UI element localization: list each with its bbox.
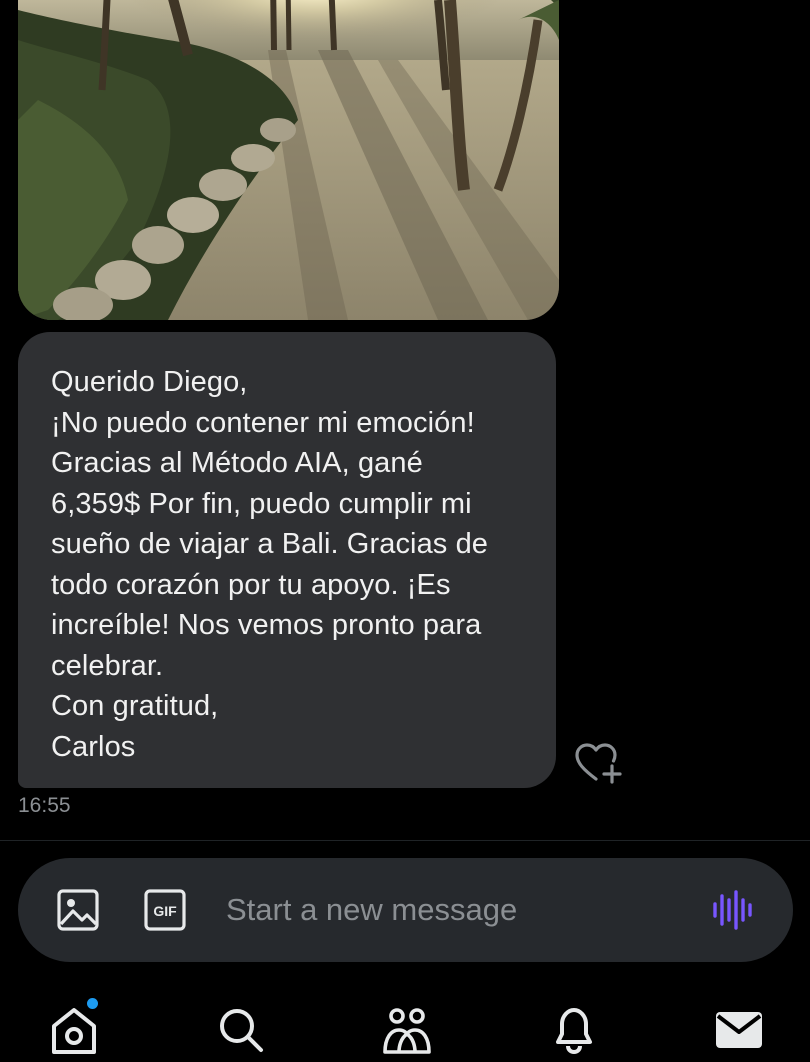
add-reaction-button[interactable] [574,742,622,784]
nav-search[interactable] [215,1004,267,1056]
message-line: increíble! Nos vemos pronto para [51,609,482,641]
message-bubble[interactable]: Querido Diego, ¡No puedo contener mi emo… [18,332,556,788]
nav-home[interactable] [48,1004,100,1056]
message-line: 6,359$ Por fin, puedo cumplir mi [51,487,472,520]
voice-message-button[interactable] [711,890,755,930]
bottom-nav [0,978,810,1062]
message-photo[interactable] [18,0,559,320]
svg-text:GIF: GIF [153,903,177,919]
message-line: Con gratitud, [51,690,219,722]
message-line: ¡No puedo contener mi emoción! [51,406,475,439]
message-line: celebrar. [51,649,164,682]
message-timestamp: 16:55 [18,794,71,817]
search-icon [220,1009,263,1052]
communities-icon [383,1008,431,1054]
image-icon [57,889,99,931]
home-icon [52,1008,96,1054]
add-image-button[interactable] [56,888,100,932]
message-composer: GIF Start a new message [18,858,793,962]
gif-icon: GIF [144,889,186,931]
message-line: todo corazón por tu apoyo. ¡Es [51,568,451,601]
notifications-icon [556,1008,592,1055]
nav-messages[interactable] [714,1004,766,1056]
message-line: Gracias al Método AIA, gané [51,447,423,479]
message-line: Querido Diego, [51,366,248,398]
voice-waveform-icon [713,890,752,930]
message-line: Carlos [51,730,136,763]
message-line: sueño de viajar a Bali. Gracias de [51,528,489,560]
divider [0,840,810,841]
message-input[interactable]: Start a new message [226,892,517,928]
messages-icon [716,1012,762,1048]
notification-dot [87,998,98,1009]
add-gif-button[interactable]: GIF [143,888,187,932]
heart-plus-icon [575,743,622,784]
nav-notifications[interactable] [548,1004,600,1056]
beach-path-image [18,0,559,320]
nav-communities[interactable] [381,1004,433,1056]
